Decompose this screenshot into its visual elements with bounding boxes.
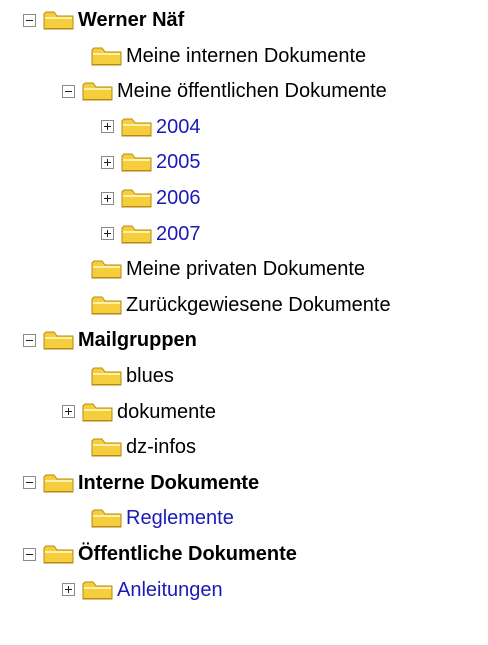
tree-item-label: Öffentliche Dokumente [78, 543, 297, 565]
folder-icon [91, 296, 122, 315]
tree-item[interactable]: 2007 [101, 218, 201, 250]
tree-item[interactable]: Zurückgewiesene Dokumente [91, 289, 391, 321]
tree-item[interactable]: blues [91, 360, 174, 392]
collapse-icon[interactable] [62, 84, 75, 98]
tree-item[interactable]: Meine internen Dokumente [91, 40, 366, 72]
divider-mark [237, 483, 242, 484]
expand-icon[interactable] [62, 583, 75, 597]
tree-item[interactable]: Anleitungen [62, 574, 223, 606]
tree-item[interactable]: Meine öffentlichen Dokumente [62, 75, 387, 107]
tree-item-label[interactable]: 2005 [156, 150, 201, 174]
tree-item-label[interactable]: 2007 [156, 222, 201, 246]
tree-item-label: blues [126, 365, 174, 387]
tree-item[interactable]: Reglemente [91, 502, 234, 534]
tree-item-label: Interne Dokumente [78, 471, 260, 494]
expand-icon[interactable] [62, 405, 75, 419]
tree-item[interactable]: dokumente [62, 396, 216, 428]
folder-icon [43, 11, 74, 30]
folder-icon [91, 367, 122, 386]
folder-icon [82, 403, 113, 422]
collapse-icon[interactable] [23, 13, 36, 27]
collapse-icon[interactable] [23, 547, 36, 561]
collapse-icon[interactable] [23, 333, 36, 347]
tree-item[interactable]: 2004 [101, 111, 201, 143]
tree-item-label[interactable]: 2004 [156, 115, 201, 139]
folder-icon [91, 509, 122, 528]
tree-item-label[interactable]: Reglemente [126, 506, 234, 530]
folder-icon [43, 331, 74, 350]
tree-item[interactable]: Mailgruppen [23, 324, 197, 356]
tree-item-label: Meine privaten Dokumente [126, 258, 366, 281]
folder-icon [121, 153, 152, 172]
folder-icon [121, 225, 152, 244]
folder-icon [43, 474, 74, 493]
folder-icon [91, 438, 122, 457]
folder-icon [43, 545, 74, 564]
folder-icon [121, 118, 152, 137]
tree-item[interactable]: Öffentliche Dokumente [23, 538, 297, 570]
tree-item[interactable]: Werner Näf [23, 4, 184, 36]
folder-tree: Werner Näf Meine internen Dokumente Meine … [0, 0, 488, 645]
expand-icon[interactable] [101, 120, 114, 134]
tree-item[interactable]: 2005 [101, 146, 201, 178]
expand-icon[interactable] [101, 227, 114, 241]
tree-item-label: Meine öffentlichen Dokumente [117, 80, 387, 103]
folder-icon [91, 47, 122, 66]
tree-item-label: dz-infos [126, 436, 197, 459]
expand-icon[interactable] [101, 155, 114, 169]
tree-item-label: Werner Näf [78, 9, 185, 31]
expand-icon[interactable] [101, 191, 114, 205]
folder-icon [91, 260, 122, 279]
tree-item-label: Meine internen Dokumente [126, 44, 367, 67]
folder-icon [82, 581, 113, 600]
tree-item-label[interactable]: Anleitungen [117, 578, 223, 602]
folder-icon [82, 82, 113, 101]
tree-item-label: Zurückgewiesene Dokumente [126, 293, 391, 316]
folder-icon [121, 189, 152, 208]
tree-item-label: Mailgruppen [78, 329, 197, 352]
tree-item[interactable]: Meine privaten Dokumente [91, 253, 365, 285]
tree-item-label[interactable]: 2006 [156, 186, 201, 210]
tree-item[interactable]: Interne Dokumente [23, 467, 259, 499]
tree-item-label: dokumente [117, 400, 216, 423]
tree-item[interactable]: dz-infos [91, 431, 196, 463]
collapse-icon[interactable] [23, 476, 36, 490]
tree-item[interactable]: 2006 [101, 182, 201, 214]
